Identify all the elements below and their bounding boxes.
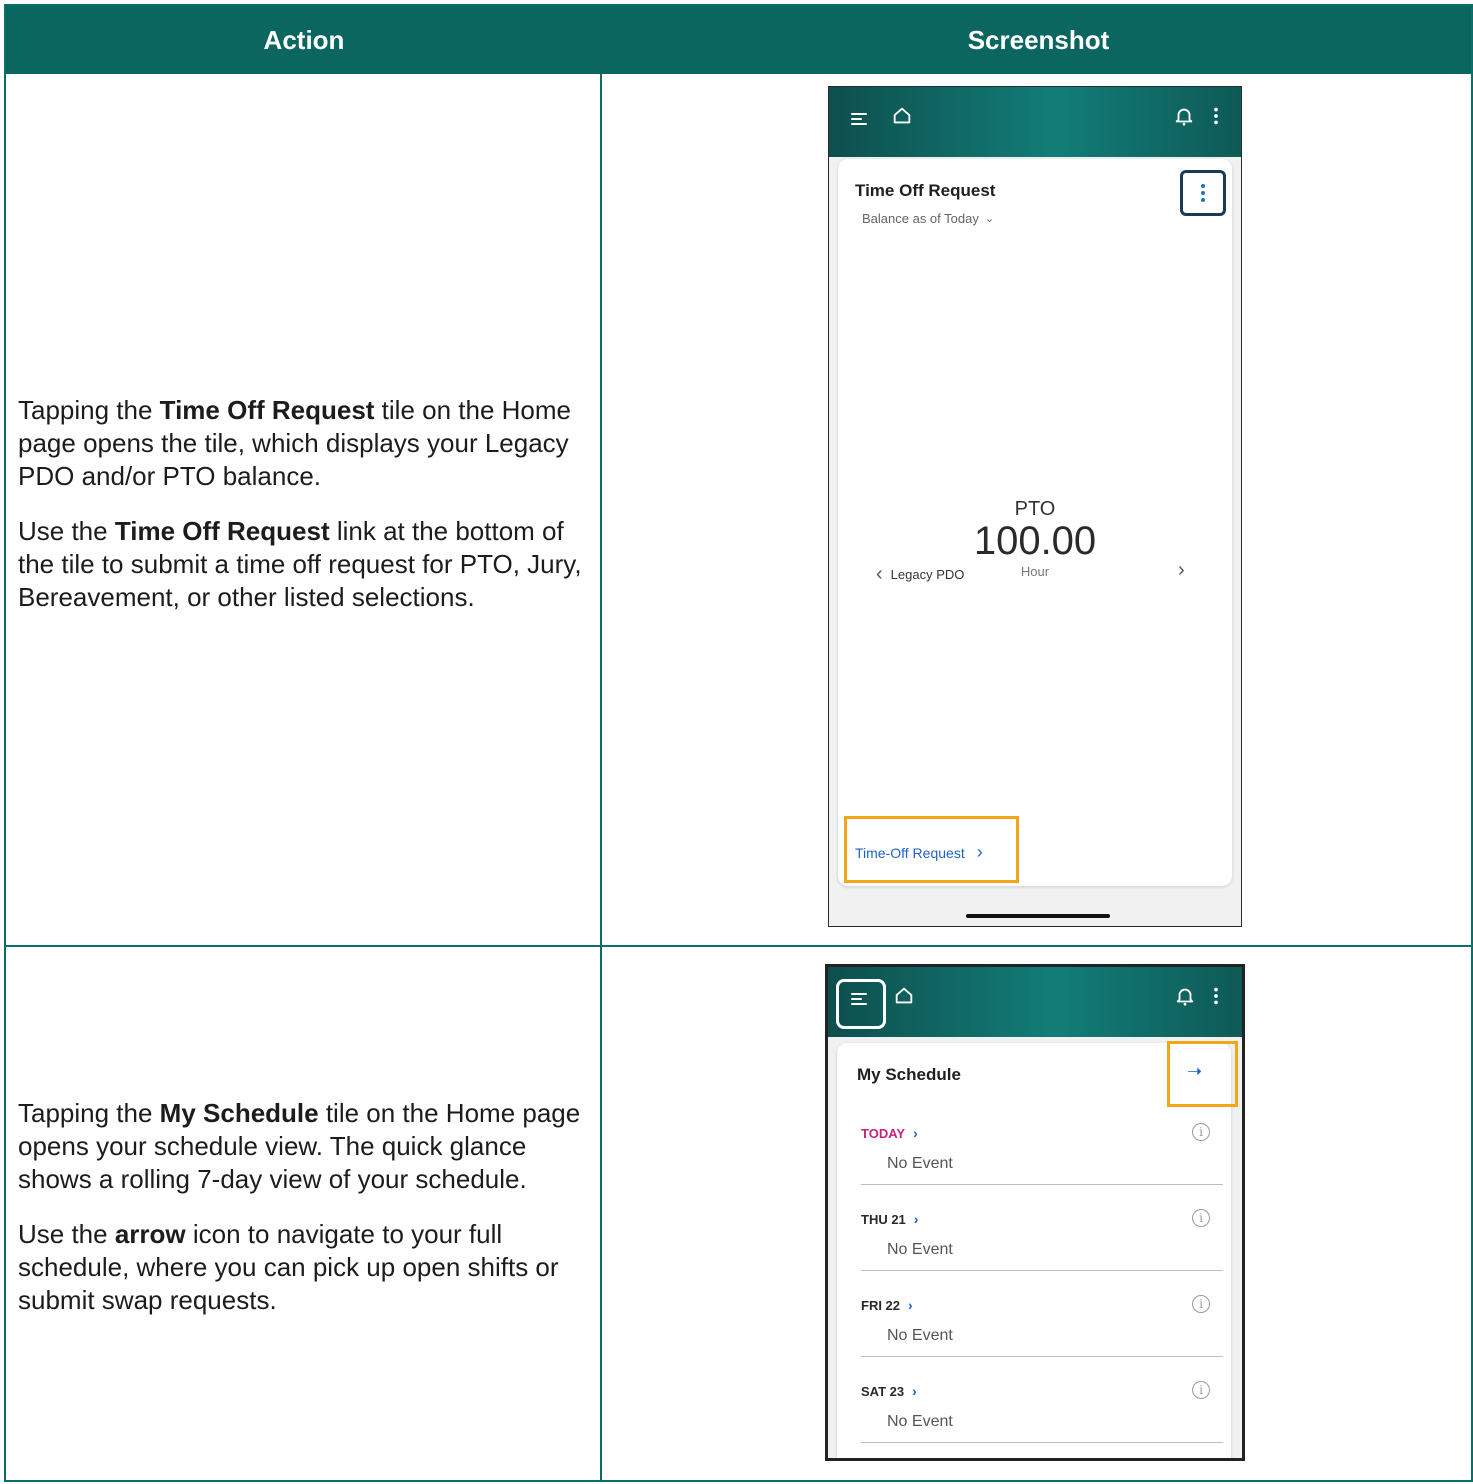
bell-icon[interactable]	[1174, 985, 1202, 1013]
tile-options-button[interactable]	[1180, 170, 1226, 216]
chevron-right-icon: ›	[908, 1297, 913, 1313]
day-label[interactable]: THU 21 ›	[861, 1211, 918, 1227]
time-off-tile[interactable]: Time Off Request Balance as of Today ⌄ P…	[838, 159, 1232, 886]
divider	[861, 1270, 1223, 1271]
info-icon[interactable]: i	[1192, 1123, 1210, 1141]
day-event: No Event	[887, 1155, 953, 1172]
chevron-right-icon: ›	[913, 1211, 919, 1227]
chevron-right-icon: ›	[912, 1383, 917, 1399]
row1-paragraph-2: Use the Time Off Request link at the bot…	[18, 516, 582, 612]
row1-action-text: Tapping the Time Off Request tile on the…	[18, 394, 584, 636]
info-icon[interactable]: i	[1192, 1209, 1210, 1227]
day-event: No Event	[887, 1241, 953, 1258]
time-off-screenshot: Time Off Request Balance as of Today ⌄ P…	[828, 86, 1242, 927]
menu-icon[interactable]	[847, 985, 875, 1013]
row-divider	[6, 945, 1471, 947]
balance-dropdown-label: Balance as of Today	[862, 211, 979, 226]
day-label[interactable]: FRI 22 ›	[861, 1297, 913, 1313]
row2-action-text: Tapping the My Schedule tile on the Home…	[18, 1097, 584, 1339]
row2-paragraph-1: Tapping the My Schedule tile on the Home…	[18, 1098, 581, 1194]
app-bar	[828, 967, 1242, 1037]
row1-paragraph-1: Tapping the Time Off Request tile on the…	[18, 395, 572, 491]
chevron-right-icon: ›	[913, 1125, 918, 1141]
divider	[861, 1356, 1223, 1357]
highlight-box	[844, 816, 1019, 883]
info-icon[interactable]: i	[1192, 1295, 1210, 1313]
tile-title: Time Off Request	[855, 181, 996, 200]
accrual-value: 100.00	[973, 519, 1097, 563]
home-icon[interactable]	[891, 105, 919, 133]
row2-paragraph-2: Use the arrow icon to navigate to your f…	[18, 1219, 559, 1315]
my-schedule-screenshot: My Schedule ➝ TODAY › No Event i THU 21 › …	[825, 964, 1245, 1461]
screenshot-column-header: Screenshot	[967, 24, 1110, 55]
bold-term: Time Off Request	[159, 395, 375, 425]
accrual-name: PTO	[1014, 498, 1056, 520]
day-label[interactable]: SAT 23 ›	[861, 1383, 917, 1399]
bold-term: arrow	[114, 1219, 186, 1249]
column-divider	[600, 74, 602, 1482]
balance-dropdown[interactable]: Balance as of Today ⌄	[862, 211, 994, 226]
chevron-down-icon: ⌄	[984, 213, 995, 225]
chevron-left-icon: ‹	[876, 563, 883, 585]
divider	[861, 1184, 1223, 1185]
bold-term: My Schedule	[159, 1098, 319, 1128]
more-vertical-icon[interactable]	[1205, 105, 1233, 133]
info-icon[interactable]: i	[1192, 1381, 1210, 1399]
day-event: No Event	[887, 1413, 953, 1430]
bold-term: Time Off Request	[114, 516, 330, 546]
table-header: Action Screenshot	[6, 6, 1471, 74]
highlight-box	[1167, 1041, 1238, 1107]
divider	[861, 1442, 1223, 1443]
app-bar	[829, 87, 1241, 157]
home-indicator	[966, 914, 1110, 918]
more-vertical-icon[interactable]	[1205, 985, 1233, 1013]
previous-accrual-label: Legacy PDO	[890, 567, 965, 582]
home-icon[interactable]	[893, 985, 921, 1013]
tile-title: My Schedule	[857, 1065, 961, 1084]
action-column-header: Action	[263, 24, 345, 55]
more-vertical-icon	[1201, 184, 1205, 202]
menu-icon[interactable]	[847, 105, 875, 133]
chevron-right-icon[interactable]: ›	[1178, 559, 1185, 582]
bell-icon[interactable]	[1173, 105, 1201, 133]
day-event: No Event	[887, 1327, 953, 1344]
previous-accrual-button[interactable]: ‹ Legacy PDO	[876, 563, 964, 586]
day-label[interactable]: TODAY ›	[861, 1125, 918, 1141]
